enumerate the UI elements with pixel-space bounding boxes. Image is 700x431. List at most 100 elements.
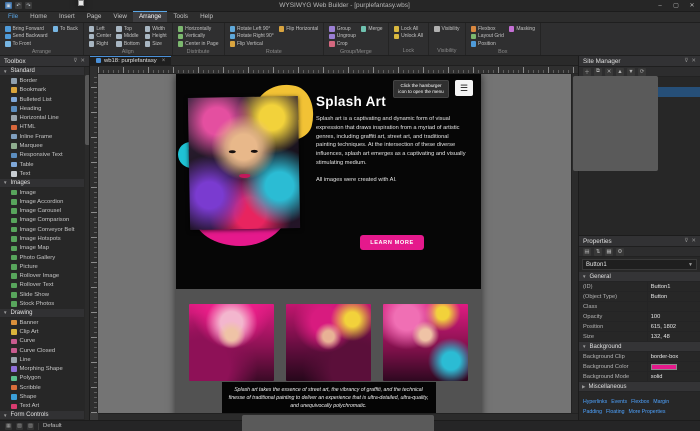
toolbox-item-image[interactable]: Image <box>0 188 84 197</box>
ribbon-button-left[interactable]: Left <box>88 25 113 33</box>
close-panel-icon[interactable]: ✕ <box>691 58 696 64</box>
toolbox-section-form-controls[interactable]: ▼Form Controls <box>0 411 84 420</box>
toolbox-item-scribble[interactable]: Scribble <box>0 383 84 392</box>
toolbox-item-image-accordion[interactable]: Image Accordion <box>0 197 84 206</box>
close-panel-icon[interactable]: ✕ <box>80 58 85 64</box>
toolbox-item-polygon[interactable]: Polygon <box>0 374 84 383</box>
menu-tab-page[interactable]: Page <box>81 11 108 22</box>
page-title[interactable]: Splash Art <box>316 94 470 109</box>
footer-link-more-properties[interactable]: More Properties <box>629 408 666 417</box>
property-value[interactable]: Button <box>647 292 700 301</box>
gallery-image-3[interactable] <box>383 304 468 381</box>
toolbox-item-border[interactable]: Border <box>0 76 84 85</box>
property-section-miscellaneous[interactable]: ▶Miscellaneous <box>579 382 700 392</box>
categorized-view-icon[interactable]: ▤ <box>583 248 591 256</box>
toolbox-item-inline-frame[interactable]: Inline Frame <box>0 132 84 141</box>
save-icon[interactable]: ▣ <box>5 2 12 9</box>
menu-tab-insert[interactable]: Insert <box>53 11 81 22</box>
toolbox-item-horizontal-line[interactable]: Horizontal Line <box>0 113 84 122</box>
ribbon-button-right[interactable]: Right <box>88 40 113 48</box>
menu-tab-arrange[interactable]: Arrange <box>133 11 167 22</box>
toolbox-item-image-carousel[interactable]: Image Carousel <box>0 206 84 215</box>
ribbon-button-height[interactable]: Height <box>144 33 168 41</box>
ribbon-button-flip-horizontal[interactable]: Flip Horizontal <box>278 25 319 33</box>
snap-icon[interactable]: ▨ <box>27 423 34 430</box>
ribbon-button-horizontally[interactable]: Horizontally <box>177 25 220 33</box>
close-panel-icon[interactable]: ✕ <box>691 238 696 244</box>
menu-tab-help[interactable]: Help <box>194 11 219 22</box>
ribbon-button-center[interactable]: Center <box>88 33 113 41</box>
pin-icon[interactable]: ⊽ <box>73 58 77 64</box>
footer-link-events[interactable]: Events <box>611 398 627 407</box>
ribbon-button-position[interactable]: Position <box>470 40 505 48</box>
ribbon-button-bring-forward[interactable]: Bring Forward <box>4 25 49 33</box>
toolbox-item-banner[interactable]: Banner <box>0 318 84 327</box>
footer-link-padding[interactable]: Padding <box>583 408 602 417</box>
ribbon-button-lock-all[interactable]: Lock All <box>393 25 424 33</box>
toolbox-item-image-hotspots[interactable]: Image Hotspots <box>0 234 84 243</box>
ribbon-button-size[interactable]: Size <box>144 40 168 48</box>
hero-section[interactable]: Click the hamburger icon to open the men… <box>176 74 481 289</box>
toolbox-item-image-conveyor-belt[interactable]: Image Conveyor Belt <box>0 225 84 234</box>
alphabetical-view-icon[interactable]: ⇅ <box>594 248 602 256</box>
menu-tab-file[interactable]: File <box>2 11 24 22</box>
canvas-horizontal-scrollbar[interactable] <box>98 413 578 420</box>
toolbox-item-line[interactable]: Line <box>0 355 84 364</box>
document-tab[interactable]: wb18: purplefantasy × <box>90 56 171 65</box>
property-value[interactable]: 132, 48 <box>647 332 700 341</box>
property-value[interactable]: border-box <box>647 352 700 361</box>
delete-page-icon[interactable]: ✕ <box>605 68 613 76</box>
footer-link-flexbox[interactable]: Flexbox <box>631 398 649 407</box>
toolbox-section-standard[interactable]: ▼Standard <box>0 67 84 76</box>
ai-note-text[interactable]: All images were created with AI. <box>316 177 470 183</box>
footer-link-margin[interactable]: Margin <box>653 398 669 407</box>
ribbon-button-top[interactable]: Top <box>115 25 140 33</box>
ribbon-button-vertically[interactable]: Vertically <box>177 33 220 41</box>
guides-icon[interactable]: ▧ <box>16 423 23 430</box>
footer-link-hyperlinks[interactable]: Hyperlinks <box>583 398 607 407</box>
property-value[interactable]: solid <box>647 372 700 381</box>
ribbon-button-send-backward[interactable]: Send Backward <box>4 33 49 41</box>
ribbon-button-to-front[interactable]: To Front <box>4 40 49 48</box>
toolbox-item-text[interactable]: Text <box>0 169 84 178</box>
ribbon-button-bottom[interactable]: Bottom <box>115 40 140 48</box>
hero-paragraph[interactable]: Splash art is a captivating and dynamic … <box>316 115 470 168</box>
toolbox-item-shape[interactable]: Shape <box>0 392 84 401</box>
toolbox-item-responsive-text[interactable]: Responsive Text <box>0 151 84 160</box>
toolbox-section-images[interactable]: ▼Images <box>0 179 84 188</box>
ribbon-button-crop[interactable]: Crop <box>328 40 357 48</box>
toolbox-item-marquee[interactable]: Marquee <box>0 141 84 150</box>
add-page-icon[interactable]: ＋ <box>583 68 591 76</box>
settings-icon[interactable]: ⚙ <box>616 248 624 256</box>
refresh-icon[interactable]: ⟳ <box>638 68 646 76</box>
canvas-vertical-scrollbar[interactable] <box>571 74 578 413</box>
pin-icon[interactable]: ⊽ <box>684 238 688 244</box>
ribbon-button-rotate-right-90[interactable]: Rotate Right 90° <box>229 33 275 41</box>
quote-text[interactable]: Splash art takes the essence of street a… <box>222 382 436 413</box>
toolbox-item-html[interactable]: HTML <box>0 123 84 132</box>
toolbox-item-curve[interactable]: Curve <box>0 337 84 346</box>
breakpoint-mode-label[interactable]: Default <box>43 423 62 429</box>
toolbox-item-heading[interactable]: Heading <box>0 104 84 113</box>
ribbon-button-to-back[interactable]: To Back <box>52 25 79 33</box>
toolbox-item-clip-art[interactable]: Clip Art <box>0 327 84 336</box>
ribbon-button-width[interactable]: Width <box>144 25 168 33</box>
toolbox-item-bulleted-list[interactable]: Bulleted List <box>0 95 84 104</box>
maximize-button[interactable]: ▢ <box>668 0 684 12</box>
property-value[interactable]: 615, 1802 <box>647 322 700 331</box>
ribbon-button-layout-grid[interactable]: Layout Grid <box>470 33 505 41</box>
object-selector-dropdown[interactable]: Button1 ▼ <box>582 259 697 270</box>
tab-close-icon[interactable]: × <box>162 58 166 64</box>
redo-icon[interactable]: ↷ <box>25 2 32 9</box>
ribbon-button-unlock-all[interactable]: Unlock All <box>393 33 424 41</box>
toolbox-item-morphing-shape[interactable]: Morphing Shape <box>0 365 84 374</box>
web-page[interactable]: Click the hamburger icon to open the men… <box>176 74 481 413</box>
close-button[interactable]: ✕ <box>684 0 700 12</box>
background-color-swatch[interactable] <box>651 364 677 370</box>
toolbox-item-text-art[interactable]: Text Art <box>0 402 84 411</box>
menu-tab-tools[interactable]: Tools <box>167 11 194 22</box>
property-section-general[interactable]: ▼General <box>579 272 700 282</box>
toolbox-section-drawing[interactable]: ▼Drawing <box>0 309 84 318</box>
property-value[interactable] <box>647 362 700 371</box>
property-value[interactable] <box>647 302 700 311</box>
